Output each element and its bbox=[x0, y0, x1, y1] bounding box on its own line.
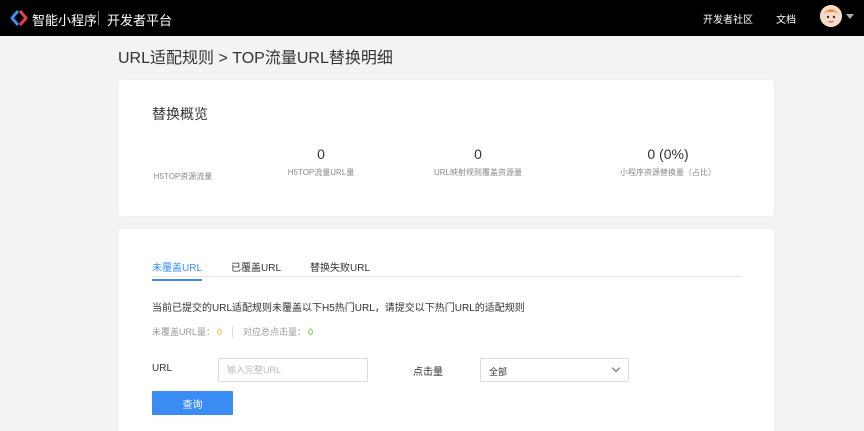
stat-value: 0 bbox=[317, 146, 325, 162]
clicks-select[interactable]: 全部 bbox=[480, 358, 629, 382]
clicks-select-value: 全部 bbox=[489, 367, 508, 377]
platform-name: 开发者平台 bbox=[107, 13, 173, 28]
brand-divider bbox=[98, 11, 99, 25]
stat-miniapp-replacement: 0 (0%) 小程序资源替换量（占比） bbox=[603, 146, 733, 178]
stat-value: 0 (0%) bbox=[647, 146, 689, 162]
stat-h5top-traffic: H5TOP资源流量 bbox=[133, 157, 233, 182]
stat-h5top-url-count: 0 H5TOP流量URL量 bbox=[271, 146, 371, 178]
overview-card: 替换概览 H5TOP资源流量 0 H5TOP流量URL量 0 URL映射规则覆盖… bbox=[119, 80, 774, 216]
logo-icon[interactable] bbox=[10, 9, 28, 27]
nav-docs-link[interactable]: 文档 bbox=[776, 11, 796, 26]
details-card: 未覆盖URL 已覆盖URL 替换失败URL 当前已提交的URL适配规则未覆盖以下… bbox=[119, 229, 774, 431]
chevron-down-icon[interactable] bbox=[846, 14, 854, 19]
url-tabs: 未覆盖URL 已覆盖URL 替换失败URL bbox=[152, 257, 741, 281]
stat-label: H5TOP流量URL量 bbox=[287, 168, 355, 177]
tab-uncovered-url[interactable]: 未覆盖URL bbox=[152, 259, 203, 281]
stat-label: H5TOP资源流量 bbox=[153, 172, 213, 181]
notice-text: 当前已提交的URL适配规则未覆盖以下H5热门URL，请提交以下热门URL的适配规… bbox=[152, 303, 525, 314]
url-filter-label: URL bbox=[152, 363, 173, 374]
nav-developer-community-link[interactable]: 开发者社区 bbox=[703, 11, 753, 26]
url-input[interactable] bbox=[218, 358, 368, 382]
query-button[interactable]: 查询 bbox=[152, 391, 233, 415]
counts-summary: 未覆盖URL量： 0 对应总点击量： 0 bbox=[152, 325, 313, 338]
user-avatar[interactable] bbox=[820, 5, 842, 27]
uncovered-count-value: 0 bbox=[217, 326, 223, 337]
clicks-filter-label: 点击量 bbox=[413, 367, 443, 378]
total-clicks-value: 0 bbox=[308, 326, 314, 337]
overview-title: 替换概览 bbox=[152, 106, 208, 122]
top-navigation-bar: 智能小程序 开发者平台 开发者社区 文档 bbox=[0, 0, 864, 36]
avatar-image bbox=[820, 5, 842, 27]
stat-url-mapping-coverage: 0 URL映射规则覆盖资源量 bbox=[418, 146, 538, 178]
uncovered-count-label: 未覆盖URL量： bbox=[152, 327, 216, 337]
tab-failed-url[interactable]: 替换失败URL bbox=[310, 259, 370, 279]
chevron-down-icon bbox=[611, 363, 621, 373]
counts-divider bbox=[232, 325, 234, 338]
total-clicks-label: 对应总点击量： bbox=[243, 327, 307, 337]
stat-label: URL映射规则覆盖资源量 bbox=[433, 168, 522, 177]
tab-covered-url[interactable]: 已覆盖URL bbox=[231, 259, 281, 279]
page-title: URL适配规则 > TOP流量URL替换明细 bbox=[118, 50, 393, 67]
stat-label: 小程序资源替换量（占比） bbox=[620, 168, 716, 177]
stat-value: 0 bbox=[474, 146, 482, 162]
brand-name[interactable]: 智能小程序 bbox=[32, 10, 97, 29]
